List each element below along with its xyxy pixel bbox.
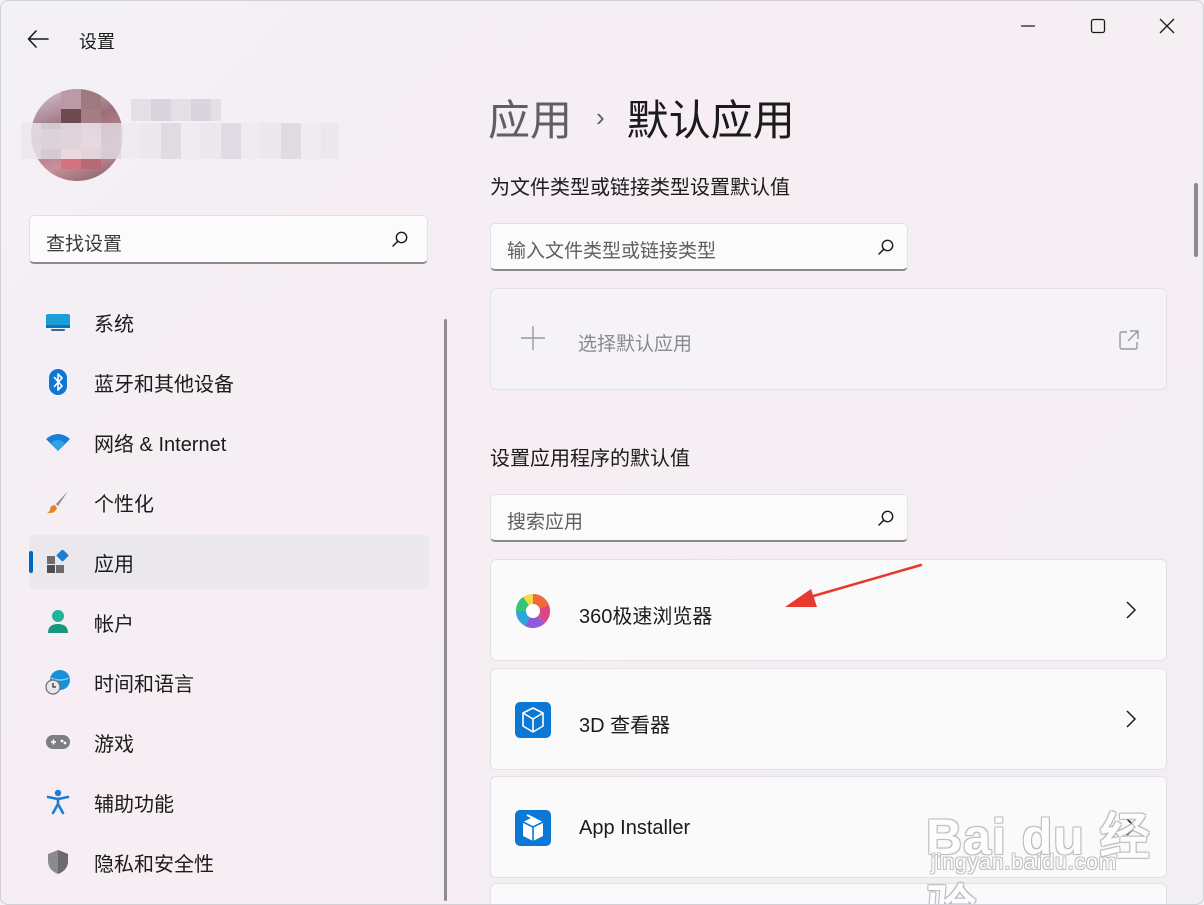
sidebar-item-bluetooth[interactable]: 蓝牙和其他设备	[29, 355, 429, 409]
sidebar-item-label: 时间和语言	[94, 673, 194, 696]
app-search-input[interactable]: 搜索应用	[490, 494, 908, 542]
close-button[interactable]	[1144, 11, 1190, 41]
apps-icon	[45, 549, 71, 575]
gamepad-icon	[45, 729, 71, 755]
globe-clock-icon	[45, 669, 71, 695]
bluetooth-icon	[45, 369, 71, 395]
maximize-icon	[1090, 18, 1106, 34]
annotation-arrow	[785, 563, 923, 607]
maximize-button[interactable]	[1075, 11, 1121, 41]
app-installer-icon	[515, 810, 551, 846]
sidebar-item-network[interactable]: 网络 & Internet	[29, 415, 429, 469]
back-arrow-icon	[27, 30, 49, 48]
watermark-url: jingyan.baidu.com	[931, 851, 1118, 874]
sidebar-item-label: 系统	[94, 313, 134, 336]
sidebar-nav: 系统 蓝牙和其他设备 网络 & Internet 个性化 应用 帐户 时间和语言…	[29, 295, 429, 895]
sidebar-item-system[interactable]: 系统	[29, 295, 429, 349]
avatar-pixel	[61, 89, 81, 109]
sidebar-item-label: 个性化	[94, 493, 154, 516]
breadcrumb-separator: ›	[596, 101, 605, 132]
settings-search-placeholder: 查找设置	[46, 234, 123, 255]
sidebar-item-label: 网络 & Internet	[94, 433, 227, 456]
baidu-jingyan-watermark: Bai du 经验 jingyan.baidu.com	[926, 773, 1176, 904]
sidebar-item-gaming[interactable]: 游戏	[29, 715, 429, 769]
apps-section-title: 设置应用程序的默认值	[490, 448, 690, 470]
accessibility-icon	[45, 789, 71, 815]
search-icon	[876, 508, 896, 528]
profile-email-redacted	[21, 123, 339, 159]
sidebar-item-personalization[interactable]: 个性化	[29, 475, 429, 529]
app-name: App Installer	[579, 817, 691, 839]
chevron-right-icon	[1126, 601, 1137, 619]
sidebar-item-label: 辅助功能	[94, 793, 174, 816]
title-bar: 设置	[1, 1, 1203, 73]
browser-360-icon	[515, 593, 551, 628]
settings-search-input[interactable]: 查找设置	[29, 215, 428, 264]
sidebar-item-apps[interactable]: 应用	[29, 535, 429, 589]
minimize-icon	[1021, 25, 1035, 27]
sidebar-item-accessibility[interactable]: 辅助功能	[29, 775, 429, 829]
plus-icon	[521, 326, 545, 350]
file-types-section-title: 为文件类型或链接类型设置默认值	[490, 177, 790, 199]
profile-name-redacted	[131, 99, 221, 121]
3d-viewer-icon	[515, 702, 551, 738]
monitor-icon	[45, 309, 71, 335]
content-scrollbar[interactable]	[1194, 183, 1198, 257]
account-icon	[45, 609, 71, 635]
breadcrumb: 应用 › 默认应用	[488, 87, 795, 147]
file-type-search-placeholder: 输入文件类型或链接类型	[507, 241, 717, 262]
page-title: 默认应用	[626, 96, 795, 144]
sidebar-item-label: 蓝牙和其他设备	[94, 373, 234, 396]
settings-window: 设置 查找设置 系统 蓝牙和其他设备 网络 & Internet 个性化 应用 …	[0, 0, 1204, 905]
search-icon	[390, 229, 410, 249]
sidebar-item-label: 应用	[94, 553, 134, 576]
sidebar-item-label: 帐户	[94, 613, 134, 636]
sidebar-item-privacy-security[interactable]: 隐私和安全性	[29, 835, 429, 889]
open-external-icon	[1119, 330, 1139, 350]
chevron-right-icon	[1126, 710, 1137, 728]
sidebar-scrollbar[interactable]	[444, 319, 447, 901]
close-icon	[1159, 18, 1175, 34]
shield-icon	[45, 849, 71, 875]
app-row-3d-viewer[interactable]: 3D 查看器	[490, 668, 1167, 770]
sidebar-item-label: 隐私和安全性	[94, 853, 214, 876]
paintbrush-icon	[45, 489, 71, 515]
app-title: 设置	[79, 32, 115, 52]
file-type-search-input[interactable]: 输入文件类型或链接类型	[490, 223, 908, 271]
back-button[interactable]	[23, 25, 53, 53]
avatar-pixel	[81, 89, 101, 109]
wifi-icon	[45, 429, 71, 455]
breadcrumb-parent[interactable]: 应用	[488, 87, 572, 148]
sidebar-item-accounts[interactable]: 帐户	[29, 595, 429, 649]
choose-default-app-label: 选择默认应用	[578, 334, 693, 355]
sidebar-item-time-language[interactable]: 时间和语言	[29, 655, 429, 709]
app-name: 3D 查看器	[579, 715, 671, 737]
app-name: 360极速浏览器	[579, 606, 713, 628]
choose-default-app-card: 选择默认应用	[490, 288, 1167, 390]
search-icon	[876, 237, 896, 257]
app-search-placeholder: 搜索应用	[507, 512, 584, 533]
minimize-button[interactable]	[1005, 11, 1051, 41]
sidebar-item-label: 游戏	[94, 733, 134, 756]
